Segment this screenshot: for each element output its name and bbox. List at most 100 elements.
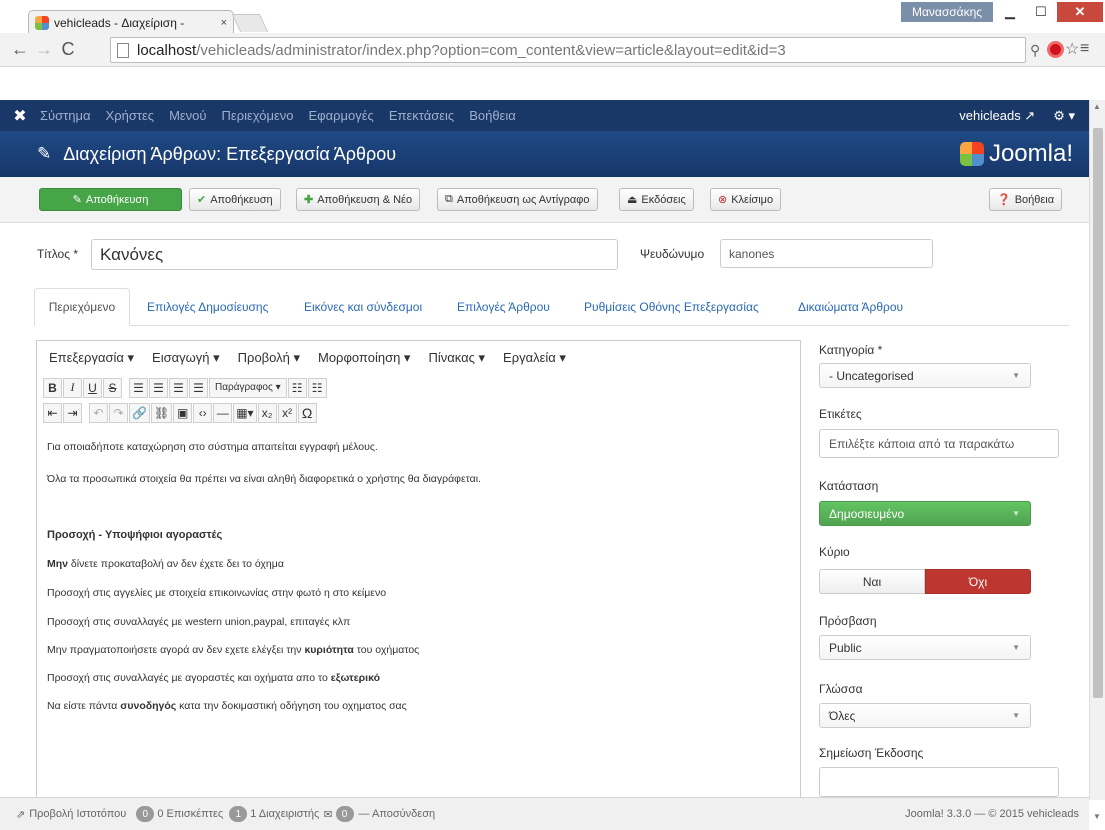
page-header: ✎ Διαχείριση Άρθρων: Επεξεργασία Άρθρου … (0, 131, 1089, 177)
indent-icon[interactable]: ⇥ (63, 402, 82, 423)
maximize-icon[interactable]: ☐ (1026, 2, 1056, 22)
table-icon[interactable]: ▦▾ (233, 402, 257, 423)
redo-icon[interactable]: ↷ (109, 402, 128, 423)
messages-badge[interactable]: 0 (335, 806, 354, 822)
numbered-list-icon[interactable]: ☷ (307, 377, 327, 398)
category-select[interactable]: - Uncategorised ▼ (819, 363, 1031, 388)
menu-item-components[interactable]: Εφαρμογές (309, 108, 374, 123)
menu-item-content[interactable]: Περιεχόμενο (222, 108, 294, 123)
edit-icon: ✎ (72, 194, 82, 206)
envelope-icon: ✉ (323, 808, 333, 821)
forward-arrow-icon[interactable]: → (32, 39, 56, 60)
admins-text: 1 Διαχειριστής (250, 808, 320, 820)
outdent-icon[interactable]: ⇤ (43, 402, 62, 423)
tab-images-links[interactable]: Εικόνες και σύνδεσμοι (304, 288, 422, 326)
versions-button[interactable]: ⏏ Εκδόσεις (619, 188, 694, 211)
strikethrough-icon[interactable]: S (103, 377, 122, 398)
tab-publishing[interactable]: Επιλογές Δημοσίευσης (147, 288, 268, 326)
save-new-button[interactable]: ✚ Αποθήκευση & Νέο (296, 188, 421, 211)
page-icon (117, 42, 129, 58)
editor-menu-insert[interactable]: Εισαγωγή ▾ (152, 350, 220, 366)
editor-menu-format[interactable]: Μορφοποίηση ▾ (318, 350, 410, 366)
editor-menu-table[interactable]: Πίνακας ▾ (428, 350, 485, 366)
access-label: Πρόσβαση (819, 614, 877, 628)
version-text: Joomla! 3.3.0 — © 2015 vehicleads (905, 808, 1079, 820)
featured-no-button[interactable]: Όχι (925, 569, 1031, 594)
menu-item-system[interactable]: Σύστημα (40, 108, 91, 123)
align-right-icon[interactable]: ☰ (169, 377, 188, 398)
page-scrollbar[interactable]: ▲ (1089, 100, 1105, 800)
back-arrow-icon[interactable]: ← (8, 39, 32, 60)
browser-menu-icon[interactable]: ≡ (1080, 40, 1089, 58)
scroll-up-icon[interactable]: ▲ (1093, 102, 1101, 111)
settings-gear-icon[interactable]: ⚙ ▾ (1053, 108, 1075, 124)
tags-input[interactable]: Επιλέξτε κάποια από τα παρακάτω (819, 429, 1059, 458)
code-icon[interactable]: ‹› (193, 402, 213, 423)
question-icon: ❓ (997, 194, 1011, 206)
underline-icon[interactable]: U (83, 377, 102, 398)
bold-icon[interactable]: B (43, 377, 62, 398)
format-select[interactable]: Παράγραφος ▾ (209, 377, 287, 398)
adblock-extension-icon[interactable] (1047, 41, 1064, 58)
content-paragraph: Για οποιαδήποτε καταχώρηση στο σύστημα α… (47, 441, 378, 453)
apply-button[interactable]: ✎ Αποθήκευση (39, 188, 182, 211)
menu-item-users[interactable]: Χρήστες (106, 108, 155, 123)
scroll-down-icon[interactable]: ▼ (1093, 812, 1101, 821)
language-select[interactable]: Όλες ▼ (819, 703, 1031, 728)
title-input[interactable]: Κανόνες (91, 239, 618, 270)
undo-icon[interactable]: ↶ (89, 402, 108, 423)
address-bar[interactable]: localhost/vehicleads/administrator/index… (110, 37, 1026, 63)
superscript-icon[interactable]: x² (277, 402, 297, 423)
save-close-button[interactable]: ✔ Αποθήκευση (189, 188, 281, 211)
joomla-menu-logo-icon[interactable]: ✖ (0, 106, 40, 126)
joomla-logo-text: Joomla! (988, 140, 1073, 167)
link-icon[interactable]: 🔗 (129, 402, 150, 423)
status-select[interactable]: Δημοσιευμένο ▼ (819, 501, 1031, 526)
unlink-icon[interactable]: ⛓ (150, 402, 173, 423)
bookmark-star-icon[interactable]: ☆ (1065, 39, 1079, 59)
tab-article-options[interactable]: Επιλογές Άρθρου (457, 288, 550, 326)
align-justify-icon[interactable]: ☰ (189, 377, 208, 398)
save-copy-button[interactable]: ⧉ Αποθήκευση ως Αντίγραφο (437, 188, 598, 211)
image-icon[interactable]: ▣ (173, 402, 193, 423)
help-button[interactable]: ❓ Βοήθεια (989, 188, 1063, 211)
reload-icon[interactable]: C (56, 39, 80, 60)
align-center-icon[interactable]: ☰ (149, 377, 168, 398)
horizontal-rule-icon[interactable]: — (213, 402, 233, 423)
editor-menu-view[interactable]: Προβολή ▾ (238, 350, 300, 366)
menu-item-menus[interactable]: Μενού (169, 108, 206, 123)
version-note-input[interactable] (819, 767, 1059, 797)
zoom-icon[interactable]: ⚲ (1030, 42, 1040, 59)
tab-permissions[interactable]: Δικαιώματα Άρθρου (798, 288, 903, 326)
menu-item-extensions[interactable]: Επεκτάσεις (389, 108, 454, 123)
scrollbar-thumb[interactable] (1093, 128, 1103, 698)
view-site-link[interactable]: Προβολή Ιστοτόπου (29, 808, 126, 820)
align-left-icon[interactable]: ☰ (129, 377, 148, 398)
tab-editor-config[interactable]: Ρυθμίσεις Οθόνης Επεξεργασίας (584, 288, 759, 326)
external-link-icon: ⇗ (16, 808, 26, 821)
editor-menu-tools[interactable]: Εργαλεία ▾ (503, 350, 566, 366)
tab-close-icon[interactable]: × (221, 17, 227, 29)
pencil-icon: ✎ (37, 144, 52, 163)
editor-menu-edit[interactable]: Επεξεργασία ▾ (49, 350, 134, 366)
view-site-link[interactable]: vehicleads ↗ (959, 108, 1035, 124)
window-close-icon[interactable]: ✕ (1057, 2, 1103, 22)
content-paragraph: Προσοχή στις συναλλαγές με αγοραστές και… (47, 672, 381, 684)
alias-input[interactable]: kanones (720, 239, 933, 268)
content-paragraph: Προσοχή στις αγγελίες με στοιχεία επικοι… (47, 587, 387, 599)
menu-item-help[interactable]: Βοήθεια (469, 108, 516, 123)
toolbar: ✎ Αποθήκευση ✔ Αποθήκευση ✚ Αποθήκευση & Νέ… (0, 177, 1089, 223)
tab-content[interactable]: Περιεχόμενο (34, 288, 130, 326)
bullet-list-icon[interactable]: ☷ (287, 377, 307, 398)
browser-tab[interactable]: vehicleads - Διαχείριση - × (28, 10, 234, 34)
subscript-icon[interactable]: x₂ (257, 402, 277, 423)
featured-yes-button[interactable]: Ναι (819, 569, 925, 594)
close-button[interactable]: ⊗ Κλείσιμο (710, 188, 782, 211)
logout-link[interactable]: — Αποσύνδεση (359, 808, 436, 820)
italic-icon[interactable]: I (63, 377, 82, 398)
minimize-icon[interactable]: ▁ (995, 2, 1025, 22)
check-icon: ✔ (197, 194, 207, 206)
access-select[interactable]: Public ▼ (819, 635, 1031, 660)
os-user-badge: Μανασσάκης (901, 2, 993, 22)
special-char-icon[interactable]: Ω (297, 402, 317, 423)
